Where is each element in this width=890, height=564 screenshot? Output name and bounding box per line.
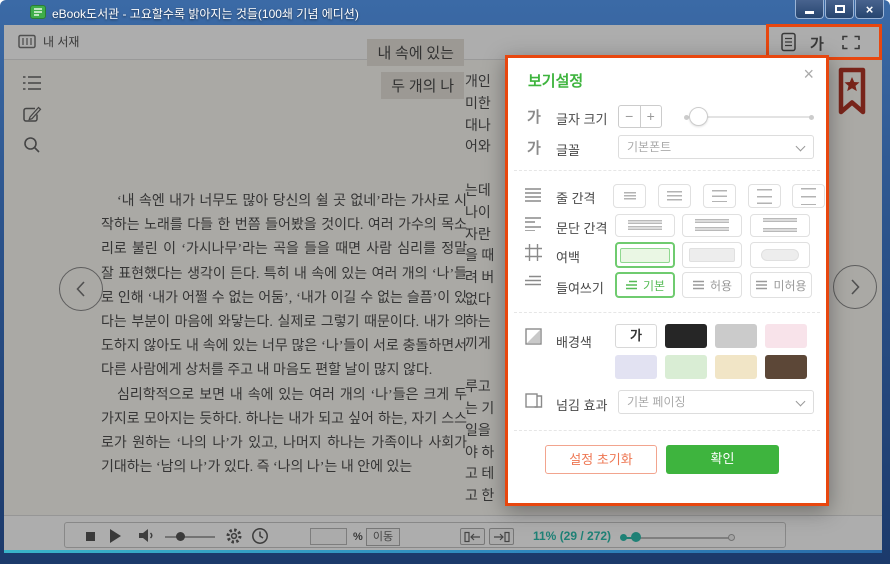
line-spacing-option-4[interactable] [748,184,781,208]
bg-color-swatch[interactable] [715,324,757,348]
close-icon: × [866,3,874,16]
bg-color-swatch[interactable] [665,324,707,348]
reset-settings-button[interactable]: 설정 초기화 [545,445,657,474]
window-title: eBook도서관 - 고요할수록 밝아지는 것들(100쇄 기념 에디션) [52,5,359,22]
margin-1-icon [620,248,670,263]
line-spacing-1-icon [624,192,636,200]
line-spacing-2-icon [667,191,682,202]
background-color-icon [525,328,542,345]
close-button[interactable]: × [855,0,884,19]
font-size-stepper: − + [618,105,662,128]
confirm-button[interactable]: 확인 [666,445,779,474]
line-spacing-5-icon [801,188,816,205]
indent-label: 들여쓰기 [556,278,604,297]
bg-color-swatch[interactable] [615,355,657,379]
bg-color-swatch[interactable]: 가 [615,324,657,348]
page-effect-icon [525,392,543,409]
chevron-down-icon [796,142,806,152]
indent-option-allow[interactable]: 허용 [682,272,742,298]
indent-disallow-label: 미허용 [773,277,806,294]
font-dropdown[interactable]: 기본폰트 [618,135,814,159]
app-icon [30,4,46,20]
maximize-icon [835,5,845,13]
background-color-label: 배경색 [556,332,592,351]
indent-disallow-icon [755,280,768,291]
line-spacing-option-1[interactable] [613,184,646,208]
indent-allow-label: 허용 [710,277,732,294]
line-spacing-option-2[interactable] [658,184,691,208]
divider [514,430,820,431]
margin-option-3[interactable] [750,242,810,268]
paragraph-spacing-option-2[interactable] [682,214,742,237]
margin-label: 여백 [556,247,580,266]
divider [514,170,820,171]
font-size-slider-handle[interactable] [689,107,708,126]
maximize-button[interactable] [825,0,854,19]
page-effect-value: 기본 페이징 [627,395,686,409]
view-settings-panel: 보기설정 × 가 글자 크기 − + 가 글꼴 기본폰트 줄 간격 문단 간격 [505,55,829,506]
bg-color-swatch[interactable] [715,355,757,379]
titlebar: eBook도서관 - 고요할수록 밝아지는 것들(100쇄 기념 에디션) × [0,0,890,25]
slider-end-dot [809,115,814,120]
paragraph-spacing-1-icon [628,220,662,231]
line-spacing-option-3[interactable] [703,184,736,208]
line-spacing-4-icon [757,189,772,204]
minimize-button[interactable] [795,0,824,19]
paragraph-spacing-option-1[interactable] [615,214,675,237]
paragraph-spacing-3-icon [763,218,797,233]
paragraph-spacing-label: 문단 간격 [556,218,607,237]
indent-option-default[interactable]: 기본 [615,272,675,298]
line-spacing-option-5[interactable] [792,184,825,208]
line-spacing-3-icon [712,190,727,202]
line-spacing-icon [524,187,542,202]
margin-option-1[interactable] [615,242,675,268]
panel-title: 보기설정 [528,70,583,91]
window-frame-glow [4,550,882,553]
chevron-down-icon [796,397,806,407]
font-size-label: 글자 크기 [556,109,607,128]
paragraph-spacing-icon [524,216,542,231]
indent-allow-icon [692,280,705,291]
bg-color-swatch[interactable] [765,355,807,379]
margin-2-icon [689,248,735,262]
indent-icon [524,275,542,288]
bg-color-swatch[interactable] [665,355,707,379]
app-window: eBook도서관 - 고요할수록 밝아지는 것들(100쇄 기념 에디션) × … [0,0,890,564]
font-size-icon: 가 [527,106,541,127]
margin-option-2[interactable] [682,242,742,268]
margin-icon [525,244,542,261]
margin-3-icon [761,249,799,261]
paragraph-spacing-2-icon [695,219,729,232]
bg-color-swatch[interactable] [765,324,807,348]
minimize-icon [805,11,814,14]
font-dropdown-value: 기본폰트 [627,140,671,154]
font-label: 글꼴 [556,140,580,159]
indent-default-label: 기본 [643,277,665,294]
indent-option-disallow[interactable]: 미허용 [750,272,812,298]
line-spacing-label: 줄 간격 [556,188,596,207]
panel-close-icon[interactable]: × [803,64,814,85]
paragraph-spacing-option-3[interactable] [750,214,810,237]
indent-default-icon [625,280,638,291]
font-size-increase-button[interactable]: + [641,106,662,127]
font-size-decrease-button[interactable]: − [619,106,641,127]
font-icon: 가 [527,137,541,158]
background-color-swatches: 가 [615,324,821,386]
page-effect-label: 넘김 효과 [556,395,607,414]
divider [514,312,820,313]
page-effect-dropdown[interactable]: 기본 페이징 [618,390,814,414]
